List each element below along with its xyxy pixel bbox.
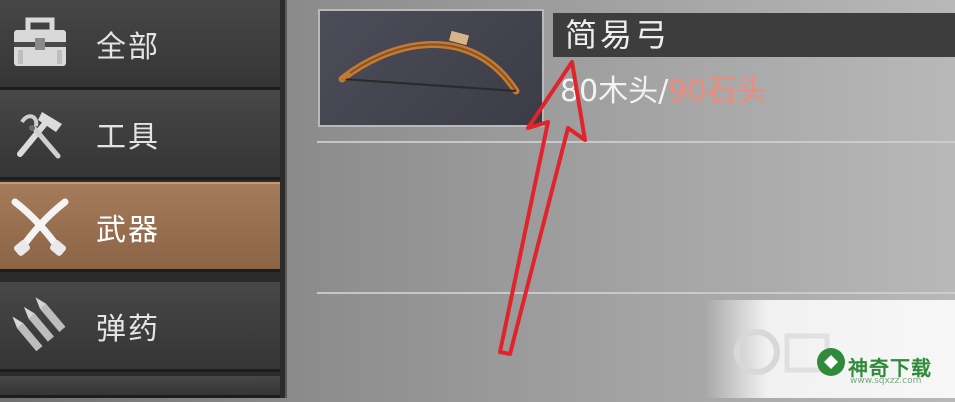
annotation-arrow (498, 60, 587, 356)
